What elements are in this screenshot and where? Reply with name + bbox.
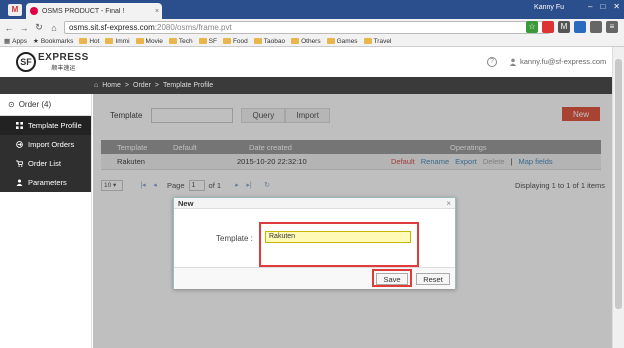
url-path: :2080/osms/frame.pvt	[154, 23, 232, 32]
save-button[interactable]: Save	[376, 273, 408, 285]
app-header: SF EXPRESS 顺丰速运 ? kanny.fu@sf-express.co…	[0, 47, 612, 77]
window-controls: – □ ✕	[588, 2, 620, 11]
url-host: osms.sit.sf-express.com	[69, 23, 155, 32]
extension-red-icon[interactable]	[542, 21, 554, 33]
folder-icon	[198, 38, 207, 44]
bookmark-folder[interactable]: Hot	[79, 38, 99, 45]
sidebar: ⊙ Order (4) Template Profile Import Orde…	[0, 94, 92, 348]
reset-button[interactable]: Reset	[416, 273, 450, 285]
user-icon	[509, 58, 517, 66]
browser-tab[interactable]: OSMS PRODUCT - Final ! ×	[26, 3, 162, 19]
bookmark-folder[interactable]: Others	[291, 38, 321, 45]
folder-icon	[222, 38, 231, 44]
folder-icon	[105, 38, 114, 44]
bookmark-folder[interactable]: Games	[326, 38, 358, 45]
extension-blue-icon[interactable]	[574, 21, 586, 33]
bookmark-folder[interactable]: Movie	[135, 38, 163, 45]
sidebar-item-import-orders[interactable]: Import Orders	[0, 135, 91, 154]
bookmark-folder[interactable]: Tech	[168, 38, 193, 45]
reload-icon[interactable]: ↻	[33, 22, 45, 33]
bookmark-folder[interactable]: SF	[198, 38, 217, 45]
browser-titlebar: M OSMS PRODUCT - Final ! × Kanny Fu – □ …	[0, 0, 624, 19]
gmail-extension-icon[interactable]: M	[558, 21, 570, 33]
folder-icon	[168, 38, 177, 44]
scrollbar-thumb[interactable]	[615, 59, 622, 309]
tab-close-icon[interactable]: ×	[152, 8, 162, 15]
folder-icon	[135, 38, 144, 44]
close-window-icon[interactable]: ✕	[613, 2, 620, 11]
breadcrumb: ⌂ Home > Order > Template Profile	[0, 77, 612, 94]
folder-icon	[363, 38, 372, 44]
bookmark-folder[interactable]: Immi	[105, 38, 130, 45]
star-icon[interactable]: ☆	[526, 21, 538, 33]
circle-arrow-icon: ⊙	[8, 100, 15, 109]
bookmarks-bar: ▦ Apps ★ Bookmarks Hot Immi Movie Tech SF …	[0, 36, 624, 47]
person-icon	[16, 179, 23, 186]
user-email: kanny.fu@sf-express.com	[520, 57, 607, 66]
folder-icon	[253, 38, 262, 44]
sf-express-logo: SF EXPRESS 顺丰速运	[16, 52, 89, 72]
tab-title: OSMS PRODUCT - Final !	[42, 7, 125, 15]
bookmark-apps[interactable]: ▦ Apps	[4, 37, 27, 46]
favicon-icon	[30, 7, 38, 15]
gmail-tab[interactable]: M	[8, 4, 22, 16]
breadcrumb-home[interactable]: Home	[102, 82, 121, 89]
grid-icon	[16, 122, 23, 129]
user-menu[interactable]: kanny.fu@sf-express.com	[509, 57, 606, 66]
minimize-icon[interactable]: –	[588, 2, 592, 11]
home-icon: ⌂	[94, 82, 99, 89]
star-icon: ★	[32, 38, 39, 45]
extension-icons: ☆ M ≡	[526, 21, 618, 33]
help-icon[interactable]: ?	[487, 57, 497, 67]
page-scrollbar[interactable]	[612, 47, 624, 348]
maximize-icon[interactable]: □	[600, 2, 605, 11]
dialog-title: New	[174, 198, 455, 209]
cart-icon	[16, 160, 23, 167]
forward-icon[interactable]: →	[18, 23, 30, 33]
new-template-dialog: New × Template : Rakuten Save Reset	[173, 197, 456, 289]
dialog-template-label: Template :	[216, 234, 253, 243]
bookmark-folder[interactable]: Food	[222, 38, 248, 45]
apps-icon: ▦	[4, 38, 11, 45]
breadcrumb-current: Template Profile	[163, 82, 214, 89]
bookmark-bookmarks[interactable]: ★ Bookmarks	[32, 37, 73, 46]
import-icon	[16, 141, 23, 148]
sidebar-item-template-profile[interactable]: Template Profile	[0, 116, 91, 135]
browser-user[interactable]: Kanny Fu	[534, 4, 564, 11]
folder-icon	[291, 38, 300, 44]
dialog-template-input[interactable]: Rakuten	[265, 231, 411, 243]
breadcrumb-order[interactable]: Order	[133, 82, 151, 89]
folder-icon	[79, 38, 88, 44]
bookmark-folder[interactable]: Taobao	[253, 38, 285, 45]
bookmark-folder[interactable]: Travel	[363, 38, 391, 45]
menu-icon[interactable]: ≡	[606, 21, 618, 33]
extension-circle-icon[interactable]	[590, 21, 602, 33]
browser-toolbar: ← → ↻ ⌂ osms.sit.sf-express.com:2080/osm…	[0, 19, 624, 36]
dialog-close-icon[interactable]: ×	[446, 199, 451, 208]
sidebar-section-order[interactable]: ⊙ Order (4)	[0, 94, 91, 116]
sidebar-item-parameters[interactable]: Parameters	[0, 173, 91, 192]
folder-icon	[326, 38, 335, 44]
sidebar-item-order-list[interactable]: Order List	[0, 154, 91, 173]
highlight-box	[259, 222, 419, 267]
address-bar[interactable]: osms.sit.sf-express.com:2080/osms/frame.…	[64, 21, 550, 34]
back-icon[interactable]: ←	[3, 23, 15, 33]
dialog-footer: Save Reset	[174, 267, 455, 289]
home-icon[interactable]: ⌂	[48, 23, 60, 33]
